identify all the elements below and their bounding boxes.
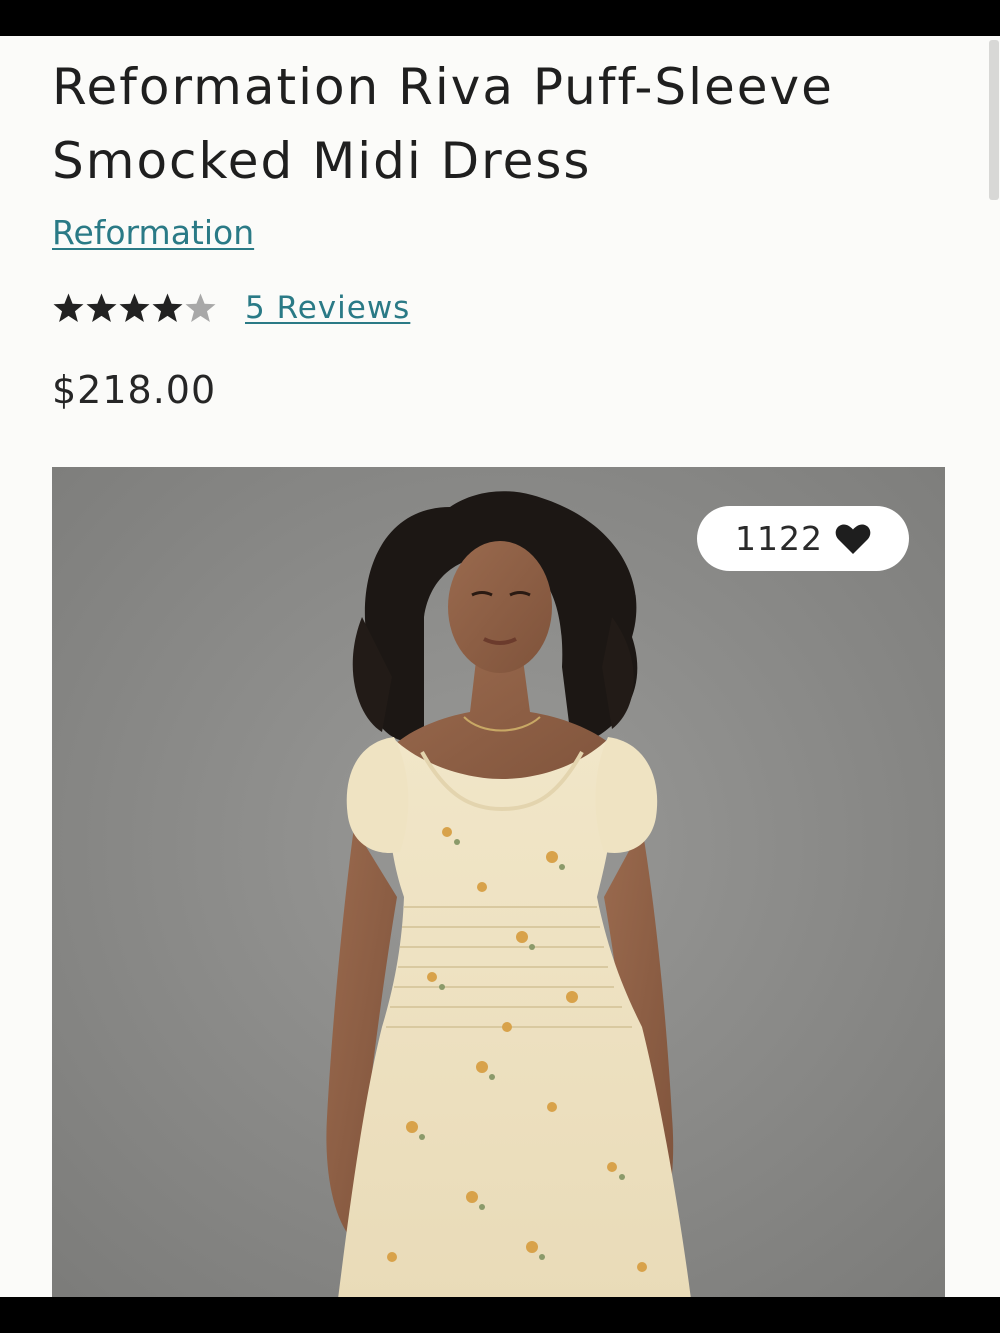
product-price: $218.00 xyxy=(52,368,217,412)
model-photo xyxy=(52,467,945,1297)
bottom-black-bar xyxy=(0,1297,1000,1333)
star-icon xyxy=(152,293,183,322)
brand-link[interactable]: Reformation xyxy=(52,213,254,252)
product-image[interactable]: 1122 xyxy=(52,467,945,1297)
like-count: 1122 xyxy=(735,519,823,558)
scrollbar-thumb[interactable] xyxy=(989,40,999,200)
scrollbar[interactable] xyxy=(988,36,1000,1297)
like-button[interactable]: 1122 xyxy=(697,506,909,571)
star-icon xyxy=(53,293,84,322)
star-outline-icon xyxy=(185,293,216,322)
rating-stars xyxy=(52,292,217,325)
product-page: Reformation Riva Puff-Sleeve Smocked Mid… xyxy=(0,36,1000,1297)
top-black-bar xyxy=(0,0,1000,36)
star-icon xyxy=(119,293,150,322)
product-rating: 5 Reviews xyxy=(52,286,410,330)
reviews-link[interactable]: 5 Reviews xyxy=(245,290,410,326)
star-icon xyxy=(86,293,117,322)
heart-icon xyxy=(835,524,871,554)
product-title: Reformation Riva Puff-Sleeve Smocked Mid… xyxy=(52,58,834,190)
